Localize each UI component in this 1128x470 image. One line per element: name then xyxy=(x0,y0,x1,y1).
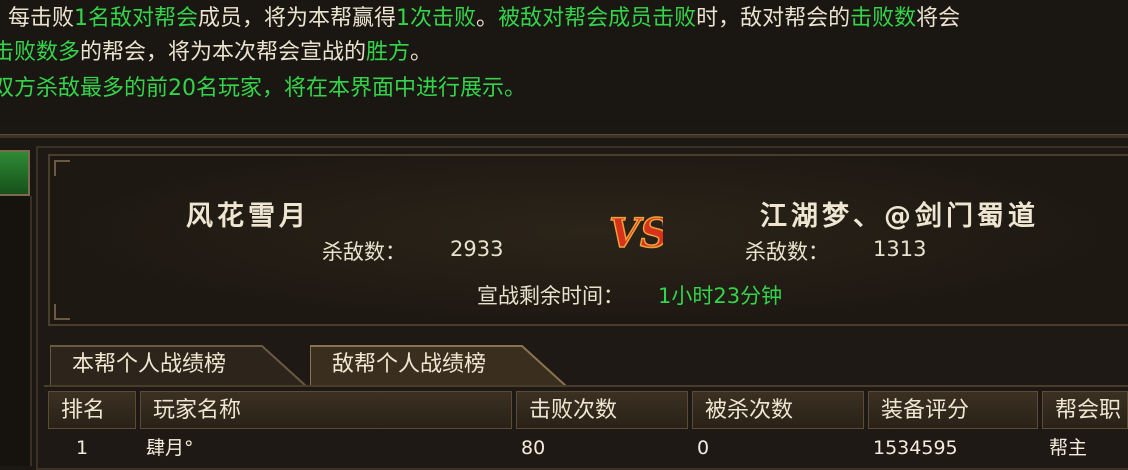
highlighted-rule-text: 双方杀敌最多的前20名玩家，将在本界面中进行展示。 xyxy=(0,76,526,101)
vs-logo-text: VS xyxy=(609,210,663,257)
enemy-kills-label: 杀敌数： xyxy=(745,240,829,264)
row-deaths: 0 xyxy=(697,437,710,459)
rule-text: 成员，将为本帮赢得 xyxy=(198,6,397,31)
tab-label: 本帮个人战绩榜 xyxy=(72,352,227,377)
row-guild-role: 帮主 xyxy=(1049,437,1088,459)
own-guild-name: 风花雪月 xyxy=(186,201,310,232)
row-rank: 1 xyxy=(76,437,89,459)
enemy-kills-value: 1313 xyxy=(873,237,927,261)
highlighted-rule-text: 胜方 xyxy=(366,40,411,65)
rule-text: 。 xyxy=(476,6,499,31)
column-header-deaths[interactable]: 被杀次数 xyxy=(692,391,864,429)
frame-corner-ornament xyxy=(54,160,70,176)
rule-text: 每击败 xyxy=(8,6,75,31)
highlighted-rule-text: 1名 xyxy=(74,6,111,31)
war-timer-label: 宣战剩余时间： xyxy=(477,284,624,308)
highlighted-rule-text: 击败数 xyxy=(850,6,917,31)
row-gear-score: 1534595 xyxy=(873,437,958,459)
rule-text: 。 xyxy=(410,40,433,65)
own-kills-label: 杀敌数： xyxy=(322,240,406,264)
enemy-guild-name: 江湖梦、@剑门蜀道 xyxy=(760,201,1039,232)
highlighted-rule-text: 击败 xyxy=(652,6,697,31)
rule-text: 将会 xyxy=(916,6,961,31)
row-player-name: 肆月° xyxy=(146,437,194,459)
tab-underline xyxy=(44,385,1128,387)
highlighted-rule-text: 敌对帮会 xyxy=(110,6,199,31)
side-rail xyxy=(0,196,32,466)
column-header-gear-score[interactable]: 装备评分 xyxy=(868,391,1038,429)
header-divider xyxy=(0,134,1128,138)
row-kills: 80 xyxy=(521,437,546,459)
rule-line-3: 双方杀敌最多的前20名玩家，将在本界面中进行展示。 xyxy=(0,74,526,104)
rule-text: 的帮会，将为本次帮会宣战的 xyxy=(80,40,367,65)
column-header-player-name[interactable]: 玩家名称 xyxy=(140,391,512,429)
own-kills-value: 2933 xyxy=(450,237,504,261)
tab-own-guild-ranking[interactable]: 本帮个人战绩榜 xyxy=(50,344,308,386)
vs-icon: VS xyxy=(608,209,663,258)
rules-panel: 每击败1名敌对帮会成员，将为本帮赢得1次击败。被敌对帮会成员击败时，敌对帮会的击… xyxy=(0,0,1128,126)
highlighted-rule-text: 击败数多 xyxy=(0,40,81,65)
tab-label: 敌帮个人战绩榜 xyxy=(332,352,487,377)
highlighted-rule-text: 被敌对帮会成员 xyxy=(498,6,653,31)
rule-line-2: 击败数多的帮会，将为本次帮会宣战的胜方。 xyxy=(0,38,432,68)
column-header-rank[interactable]: 排名 xyxy=(48,391,136,429)
column-header-guild-role[interactable]: 帮会职 xyxy=(1042,391,1128,429)
rule-text: 时，敌对帮会的 xyxy=(696,6,851,31)
highlighted-rule-text: 1次击败 xyxy=(396,6,477,31)
tab-enemy-guild-ranking[interactable]: 敌帮个人战绩榜 xyxy=(310,344,568,386)
war-timer-value: 1小时23分钟 xyxy=(658,284,783,308)
side-tab-button[interactable] xyxy=(0,150,30,196)
rule-line-1: 每击败1名敌对帮会成员，将为本帮赢得1次击败。被敌对帮会成员击败时，敌对帮会的击… xyxy=(8,4,960,34)
frame-corner-ornament xyxy=(54,304,70,320)
column-header-kills[interactable]: 击败次数 xyxy=(516,391,688,429)
